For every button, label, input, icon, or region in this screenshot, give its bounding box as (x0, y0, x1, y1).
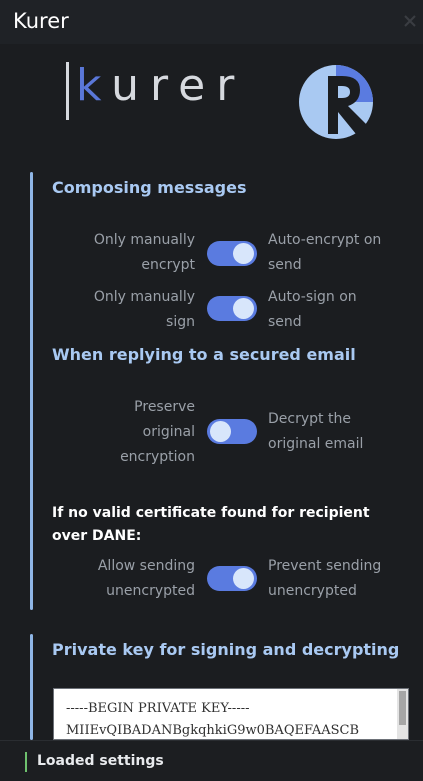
private-key-line: -----BEGIN PRIVATE KEY----- (66, 701, 250, 716)
dane-note: If no valid certificate found for recipi… (52, 505, 370, 544)
private-key-scrollbar[interactable] (397, 689, 408, 739)
private-key-textarea[interactable]: -----BEGIN PRIVATE KEY----- MIIEvQIBADAN… (53, 688, 409, 740)
status-text: Loaded settings (37, 753, 164, 769)
status-bar: Loaded settings (0, 740, 423, 781)
section-rule-options (30, 172, 33, 610)
title-bar: Kurer (0, 0, 423, 44)
reply-right-label: Decrypt the original email (268, 411, 364, 452)
toggle-knob (233, 298, 254, 319)
kurer-logo-icon (299, 65, 373, 139)
kurer-wordmark: kurer (66, 58, 246, 120)
encrypt-left-label: Only manually encrypt (93, 232, 195, 273)
section-rule-private-key (30, 634, 33, 740)
scrollbar-thumb[interactable] (399, 691, 406, 725)
close-icon[interactable] (403, 14, 417, 28)
private-key-section-title: Private key for signing and decrypting (52, 640, 400, 659)
decrypt-original-toggle[interactable] (207, 419, 257, 444)
window-title: Kurer (13, 9, 69, 33)
toggle-knob (233, 568, 254, 589)
dane-left-label: Allow sending unencrypted (97, 558, 195, 599)
private-key-line: MIIEvQIBADANBgkqhkiG9w0BAQEFAASCB (66, 723, 360, 738)
reply-left-label: Preserve original encryption (120, 399, 195, 465)
toggle-knob (210, 421, 231, 442)
replying-section-title: When replying to a secured email (52, 345, 356, 364)
wordmark-cursor-bar (66, 62, 69, 120)
sign-left-label: Only manually sign (93, 289, 195, 330)
wordmark-text: kurer (76, 60, 246, 111)
auto-encrypt-toggle[interactable] (207, 241, 257, 266)
dane-right-label: Prevent sending unencrypted (268, 558, 382, 599)
composing-section-title: Composing messages (52, 178, 247, 197)
sign-right-label: Auto-sign on send (268, 289, 357, 330)
settings-panel (10, 44, 423, 740)
toggle-knob (233, 243, 254, 264)
prevent-unencrypted-toggle[interactable] (207, 566, 257, 591)
auto-sign-toggle[interactable] (207, 296, 257, 321)
encrypt-right-label: Auto-encrypt on send (268, 232, 382, 273)
status-indicator (25, 752, 27, 772)
